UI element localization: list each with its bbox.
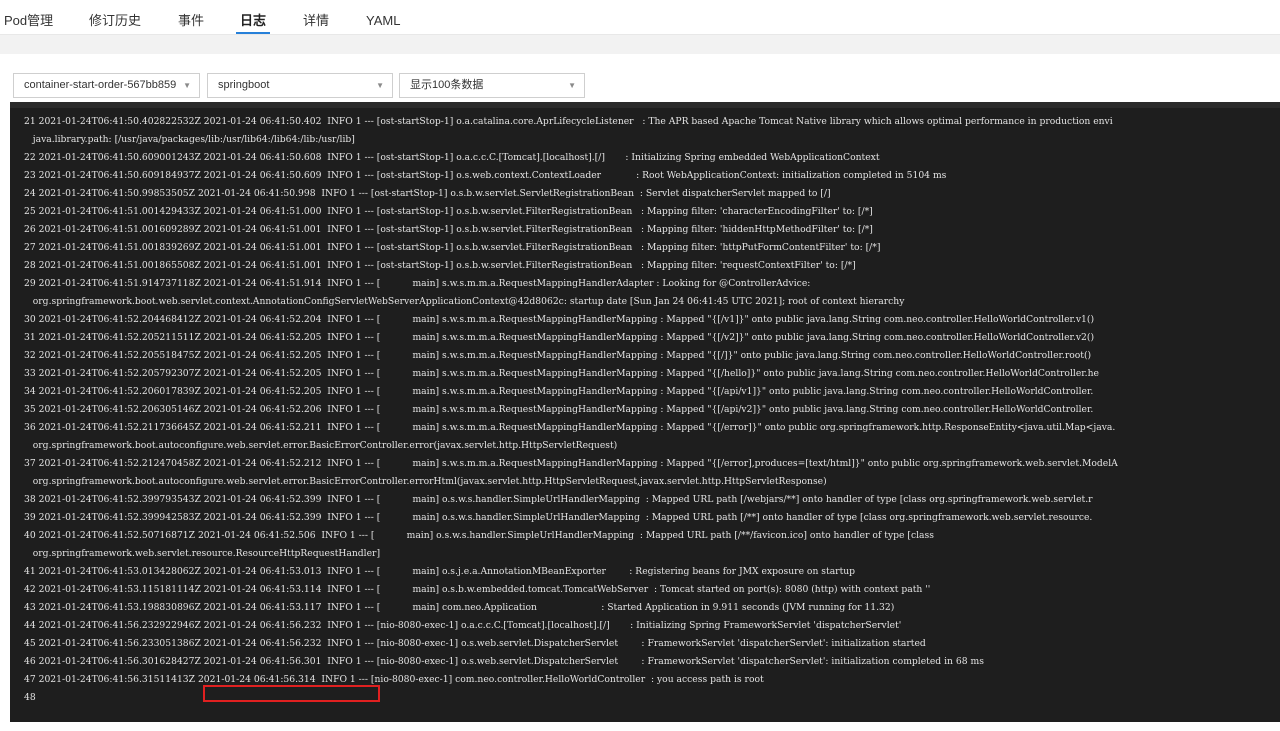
log-line: 42 2021-01-24T06:41:53.115181114Z 2021-0… (24, 584, 931, 595)
log-line: 27 2021-01-24T06:41:51.001839269Z 2021-0… (24, 242, 881, 253)
chevron-down-icon: ▼ (376, 81, 384, 90)
log-line: 25 2021-01-24T06:41:51.001429433Z 2021-0… (24, 206, 873, 217)
log-line: 34 2021-01-24T06:41:52.206017839Z 2021-0… (24, 386, 1094, 397)
tab-revision-history[interactable]: 修订历史 (89, 0, 141, 34)
log-line: 44 2021-01-24T06:41:56.232922946Z 2021-0… (24, 620, 902, 631)
log-line: 48 (24, 692, 36, 703)
tab-bar: Pod管理 修订历史 事件 日志 详情 YAML (0, 0, 1280, 35)
highlight-box (203, 685, 380, 702)
app-select[interactable]: springboot ▼ (207, 73, 393, 98)
log-console[interactable]: 21 2021-01-24T06:41:50.402822532Z 2021-0… (10, 102, 1280, 722)
row-count-select[interactable]: 显示100条数据 ▼ (399, 73, 585, 98)
log-line: 24 2021-01-24T06:41:50.99853505Z 2021-01… (24, 188, 831, 199)
log-line: 43 2021-01-24T06:41:53.198830896Z 2021-0… (24, 602, 895, 613)
log-line: 28 2021-01-24T06:41:51.001865508Z 2021-0… (24, 260, 856, 271)
tab-events[interactable]: 事件 (178, 0, 204, 34)
log-line: 40 2021-01-24T06:41:52.50716871Z 2021-01… (24, 530, 934, 541)
header-divider-strip (0, 35, 1280, 54)
log-line: 39 2021-01-24T06:41:52.399942583Z 2021-0… (24, 512, 1093, 523)
chevron-down-icon: ▼ (183, 81, 191, 90)
container-select-value: container-start-order-567bb859 (24, 79, 177, 91)
log-line: 46 2021-01-24T06:41:56.301628427Z 2021-0… (24, 656, 984, 667)
tab-details[interactable]: 详情 (303, 0, 329, 34)
log-line: 23 2021-01-24T06:41:50.609184937Z 2021-0… (24, 170, 947, 181)
log-line: 31 2021-01-24T06:41:52.205211511Z 2021-0… (24, 332, 1095, 343)
log-line: org.springframework.boot.autoconfigure.w… (24, 476, 827, 487)
log-line: 21 2021-01-24T06:41:50.402822532Z 2021-0… (24, 116, 1113, 127)
log-line: 36 2021-01-24T06:41:52.211736645Z 2021-0… (24, 422, 1116, 433)
log-line: org.springframework.web.servlet.resource… (24, 548, 381, 559)
tab-yaml[interactable]: YAML (366, 0, 400, 34)
log-line: 41 2021-01-24T06:41:53.013428062Z 2021-0… (24, 566, 856, 577)
log-line: 35 2021-01-24T06:41:52.206305146Z 2021-0… (24, 404, 1094, 415)
tab-logs[interactable]: 日志 (235, 0, 271, 34)
log-line: 26 2021-01-24T06:41:51.001609289Z 2021-0… (24, 224, 873, 235)
tab-pod-management[interactable]: Pod管理 (4, 0, 53, 34)
log-line: org.springframework.boot.web.servlet.con… (24, 296, 905, 307)
log-line: 30 2021-01-24T06:41:52.204468412Z 2021-0… (24, 314, 1095, 325)
log-line: 29 2021-01-24T06:41:51.914737118Z 2021-0… (24, 278, 811, 289)
container-select[interactable]: container-start-order-567bb859 ▼ (13, 73, 200, 98)
log-line: 33 2021-01-24T06:41:52.205792307Z 2021-0… (24, 368, 1099, 379)
log-line: 37 2021-01-24T06:41:52.212470458Z 2021-0… (24, 458, 1118, 469)
log-line: 32 2021-01-24T06:41:52.205518475Z 2021-0… (24, 350, 1092, 361)
log-line: 47 2021-01-24T06:41:56.31511413Z 2021-01… (24, 674, 764, 685)
log-console-top-edge (10, 102, 1280, 108)
log-line: 22 2021-01-24T06:41:50.609001243Z 2021-0… (24, 152, 880, 163)
log-line: 38 2021-01-24T06:41:52.399793543Z 2021-0… (24, 494, 1093, 505)
log-line: 45 2021-01-24T06:41:56.233051386Z 2021-0… (24, 638, 926, 649)
app-select-value: springboot (218, 79, 270, 91)
log-line: java.library.path: [/usr/java/packages/l… (24, 134, 355, 145)
log-line: org.springframework.boot.autoconfigure.w… (24, 440, 618, 451)
row-count-select-value: 显示100条数据 (410, 79, 484, 91)
chevron-down-icon: ▼ (568, 81, 576, 90)
